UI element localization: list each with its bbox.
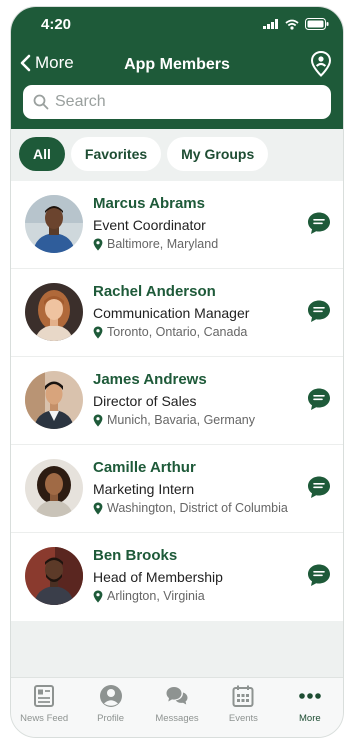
news-feed-icon (34, 685, 55, 707)
member-title: Director of Sales (93, 393, 197, 409)
member-name: James Andrews (93, 371, 207, 388)
messages-icon (166, 687, 188, 705)
search-bar[interactable] (23, 85, 331, 119)
member-location: Baltimore, Maryland (93, 237, 218, 251)
tab-events[interactable]: Events (210, 678, 276, 737)
member-row[interactable]: Rachel Anderson Communication Manager To… (11, 269, 343, 357)
filter-my-groups[interactable]: My Groups (167, 137, 269, 171)
message-icon[interactable] (307, 387, 331, 411)
message-icon[interactable] (307, 299, 331, 323)
page-title: App Members (124, 56, 230, 73)
tab-profile[interactable]: Profile (77, 678, 143, 737)
location-pin-icon (93, 238, 103, 250)
member-location-text: Munich, Bavaria, Germany (107, 413, 255, 427)
tab-news-feed[interactable]: News Feed (11, 678, 77, 737)
message-icon[interactable] (307, 211, 331, 235)
status-bar: 4:20 (11, 7, 343, 41)
tab-label: Profile (97, 713, 125, 724)
location-pin-icon (93, 502, 103, 514)
tab-label: Messages (155, 713, 199, 724)
member-row[interactable]: Marcus Abrams Event Coordinator Baltimor… (11, 181, 343, 269)
filter-all[interactable]: All (19, 137, 65, 171)
tab-messages[interactable]: Messages (144, 678, 210, 737)
filter-favorites[interactable]: Favorites (70, 137, 162, 171)
profile-icon (99, 685, 122, 707)
member-title: Marketing Intern (93, 481, 195, 497)
member-name: Camille Arthur (93, 459, 196, 476)
member-row[interactable]: Camille Arthur Marketing Intern Washingt… (11, 445, 343, 533)
tab-label: News Feed (20, 713, 69, 724)
avatar (25, 195, 83, 253)
members-list: Marcus Abrams Event Coordinator Baltimor… (11, 181, 343, 621)
filter-chips: All Favorites My Groups (19, 137, 269, 171)
message-icon[interactable] (307, 563, 331, 587)
member-location: Munich, Bavaria, Germany (93, 413, 255, 427)
wifi-icon (285, 19, 299, 30)
signal-icon (263, 19, 278, 29)
member-name: Rachel Anderson (93, 283, 216, 300)
nav-bar: More App Members (11, 51, 343, 79)
tab-label: More (299, 713, 321, 724)
member-location-text: Arlington, Virginia (107, 589, 205, 603)
header: 4:20 More App Members Search (11, 7, 343, 129)
member-location-text: Toronto, Ontario, Canada (107, 325, 248, 339)
status-icons (263, 18, 329, 30)
member-location: Toronto, Ontario, Canada (93, 325, 247, 339)
avatar (25, 371, 83, 429)
avatar (25, 547, 83, 605)
tab-bar: News Feed Profile Messages Events More (11, 677, 343, 737)
member-location: Arlington, Virginia (93, 589, 205, 603)
more-icon (299, 693, 321, 699)
search-icon (33, 94, 49, 110)
phone-screen: 4:20 More App Members Search All Favorit… (10, 6, 344, 738)
events-icon (232, 685, 254, 707)
member-location-text: Baltimore, Maryland (107, 237, 219, 251)
member-name: Ben Brooks (93, 547, 178, 564)
member-title: Event Coordinator (93, 217, 206, 233)
search-input[interactable] (55, 93, 315, 111)
tab-label: Events (228, 713, 258, 724)
member-title: Head of Membership (93, 569, 223, 585)
location-pin-icon[interactable] (309, 51, 333, 77)
message-icon[interactable] (307, 475, 331, 499)
member-row[interactable]: James Andrews Director of Sales Munich, … (11, 357, 343, 445)
member-title: Communication Manager (93, 305, 250, 321)
avatar (25, 283, 83, 341)
location-pin-icon (93, 414, 103, 426)
battery-icon (305, 18, 329, 30)
member-location: Washington, District of Columbia (93, 501, 288, 515)
status-time: 4:20 (41, 16, 72, 33)
member-name: Marcus Abrams (93, 195, 205, 212)
location-pin-icon (93, 590, 103, 602)
tab-more[interactable]: More (277, 678, 343, 737)
member-location-text: Washington, District of Columbia (107, 501, 288, 515)
member-row[interactable]: Ben Brooks Head of Membership Arlington,… (11, 533, 343, 621)
avatar (25, 459, 83, 517)
location-pin-icon (93, 326, 103, 338)
